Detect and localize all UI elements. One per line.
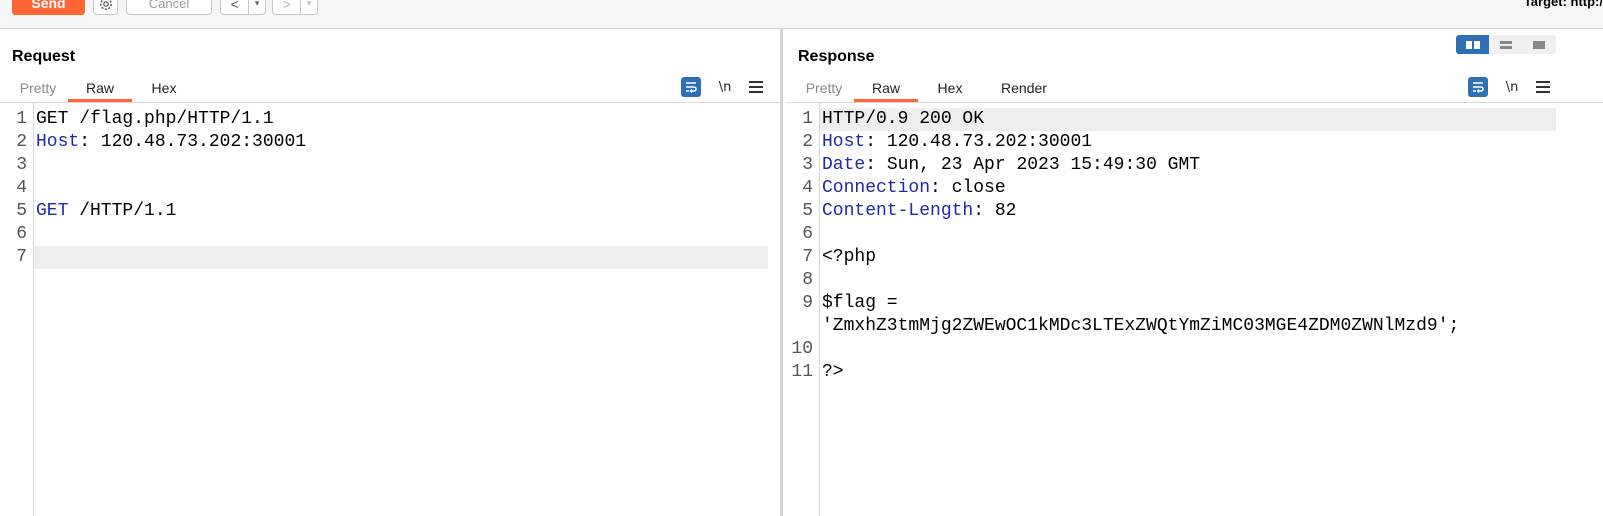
layout-tabs-button[interactable] <box>1522 35 1556 54</box>
response-line-number: 3 <box>802 155 813 175</box>
response-code-line: Date: Sun, 23 Apr 2023 15:49:30 GMT <box>822 154 1200 177</box>
response-code-line: 'ZmxhZ3tmMjg2ZWEwOC1kMDc3LTExZWQtYmZiMC0… <box>822 315 1459 338</box>
response-line-text: HTTP/0.9 200 OK <box>822 109 985 129</box>
back-arrow-icon[interactable]: < <box>221 0 248 14</box>
response-line-number: 8 <box>802 270 813 290</box>
response-line-text: $flag = <box>822 293 898 313</box>
forward-arrow-icon[interactable]: > <box>273 0 300 14</box>
request-menu-icon[interactable] <box>749 81 763 93</box>
request-line-text: /HTTP/1.1 <box>68 201 177 221</box>
response-line-text: : Sun, 23 Apr 2023 15:49:30 GMT <box>865 155 1201 175</box>
request-tabs: Pretty Raw Hex <box>8 77 196 102</box>
response-pane: Response Pretty Raw Hex Render \n 1 HTTP/… <box>786 29 1603 516</box>
top-toolbar: Send Cancel < ▾ > ▾ Target: http:/ <box>0 0 1603 29</box>
response-header-name: Host <box>822 132 866 152</box>
response-header-name: Date <box>822 155 866 175</box>
single-panel-icon <box>1533 40 1546 49</box>
request-line-number: 6 <box>16 224 27 244</box>
settings-button[interactable] <box>93 0 118 15</box>
response-tabs: Pretty Raw Hex Render <box>794 77 1066 102</box>
response-line-number: 1 <box>802 109 813 129</box>
response-code-line: $flag = <box>822 292 898 315</box>
request-wrap-toggle[interactable] <box>681 77 701 97</box>
request-code-line: Host: 120.48.73.202:30001 <box>36 131 306 154</box>
forward-dropdown-icon[interactable]: ▾ <box>300 0 317 14</box>
response-line-text: 'ZmxhZ3tmMjg2ZWEwOC1kMDc3LTExZWQtYmZiMC0… <box>822 316 1460 336</box>
response-line-text: : 82 <box>973 201 1017 221</box>
response-code-line: Host: 120.48.73.202:30001 <box>822 131 1092 154</box>
request-line-number: 4 <box>16 178 27 198</box>
response-newline-toggle[interactable]: \n <box>1502 80 1522 95</box>
layout-stacked-button[interactable] <box>1489 35 1523 54</box>
response-line-number: 2 <box>802 132 813 152</box>
request-line-text: GET /flag.php/HTTP/1.1 <box>36 109 274 129</box>
response-code-line: Content-Length: 82 <box>822 200 1016 223</box>
columns-icon <box>1465 40 1480 49</box>
response-line-number: 5 <box>802 201 813 221</box>
request-header-name: Host <box>36 132 80 152</box>
response-menu-icon[interactable] <box>1536 81 1550 93</box>
response-wrap-toggle[interactable] <box>1468 77 1488 97</box>
request-line-number: 3 <box>16 155 27 175</box>
pane-divider[interactable] <box>780 29 783 516</box>
request-newline-toggle[interactable]: \n <box>715 80 735 95</box>
layout-toggle <box>1456 35 1556 54</box>
response-tab-render[interactable]: Render <box>982 77 1066 102</box>
response-line-number: 6 <box>802 224 813 244</box>
request-pane: Request Pretty Raw Hex \n 1 GET /flag.php… <box>0 29 780 516</box>
response-line-number: 7 <box>802 247 813 267</box>
target-label[interactable]: Target: http:/ <box>1524 0 1603 9</box>
send-button[interactable]: Send <box>12 0 85 15</box>
request-code-line: GET /HTTP/1.1 <box>36 200 176 223</box>
back-dropdown-icon[interactable]: ▾ <box>248 0 265 14</box>
layout-side-by-side-button[interactable] <box>1456 35 1490 54</box>
request-tab-raw[interactable]: Raw <box>68 77 132 102</box>
request-tab-divider <box>0 102 780 103</box>
response-title: Response <box>798 48 875 65</box>
request-code-line: GET /flag.php/HTTP/1.1 <box>36 108 274 131</box>
response-line-number: 10 <box>791 339 813 359</box>
word-wrap-icon <box>686 82 697 93</box>
forward-button[interactable]: > ▾ <box>272 0 318 15</box>
rows-icon <box>1499 40 1512 49</box>
request-current-line <box>34 246 768 269</box>
response-tab-divider <box>786 102 1603 103</box>
request-header-name: GET <box>36 201 69 221</box>
response-tab-raw[interactable]: Raw <box>854 77 918 102</box>
request-line-text: : 120.48.73.202:30001 <box>79 132 307 152</box>
response-editor-controls: \n <box>1468 77 1550 97</box>
gear-icon <box>99 0 112 10</box>
word-wrap-icon <box>1473 82 1484 93</box>
request-editor-controls: \n <box>681 77 763 97</box>
response-header-name: Content-Length <box>822 201 974 221</box>
back-button[interactable]: < ▾ <box>220 0 266 15</box>
response-line-number: 9 <box>802 293 813 313</box>
request-line-number: 5 <box>16 201 27 221</box>
response-line-text: : close <box>930 178 1006 198</box>
response-line-text: <?php <box>822 247 877 267</box>
request-title: Request <box>12 48 76 65</box>
request-line-number: 7 <box>16 247 27 267</box>
response-code-line: HTTP/0.9 200 OK <box>822 108 984 131</box>
response-line-text: ?> <box>822 362 844 382</box>
request-tab-pretty[interactable]: Pretty <box>8 77 68 102</box>
request-line-number: 1 <box>16 109 27 129</box>
response-header-name: Connection <box>822 178 931 198</box>
cancel-button[interactable]: Cancel <box>126 0 212 15</box>
request-line-number: 2 <box>16 132 27 152</box>
response-tab-hex[interactable]: Hex <box>918 77 982 102</box>
response-code-line: <?php <box>822 246 876 269</box>
response-tab-pretty[interactable]: Pretty <box>794 77 854 102</box>
response-code-line: ?> <box>822 361 844 384</box>
response-line-number: 11 <box>791 362 813 382</box>
response-line-number <box>786 315 813 338</box>
request-tab-hex[interactable]: Hex <box>132 77 196 102</box>
response-line-text: : 120.48.73.202:30001 <box>865 132 1093 152</box>
response-line-number: 4 <box>802 178 813 198</box>
response-code-line: Connection: close <box>822 177 1006 200</box>
